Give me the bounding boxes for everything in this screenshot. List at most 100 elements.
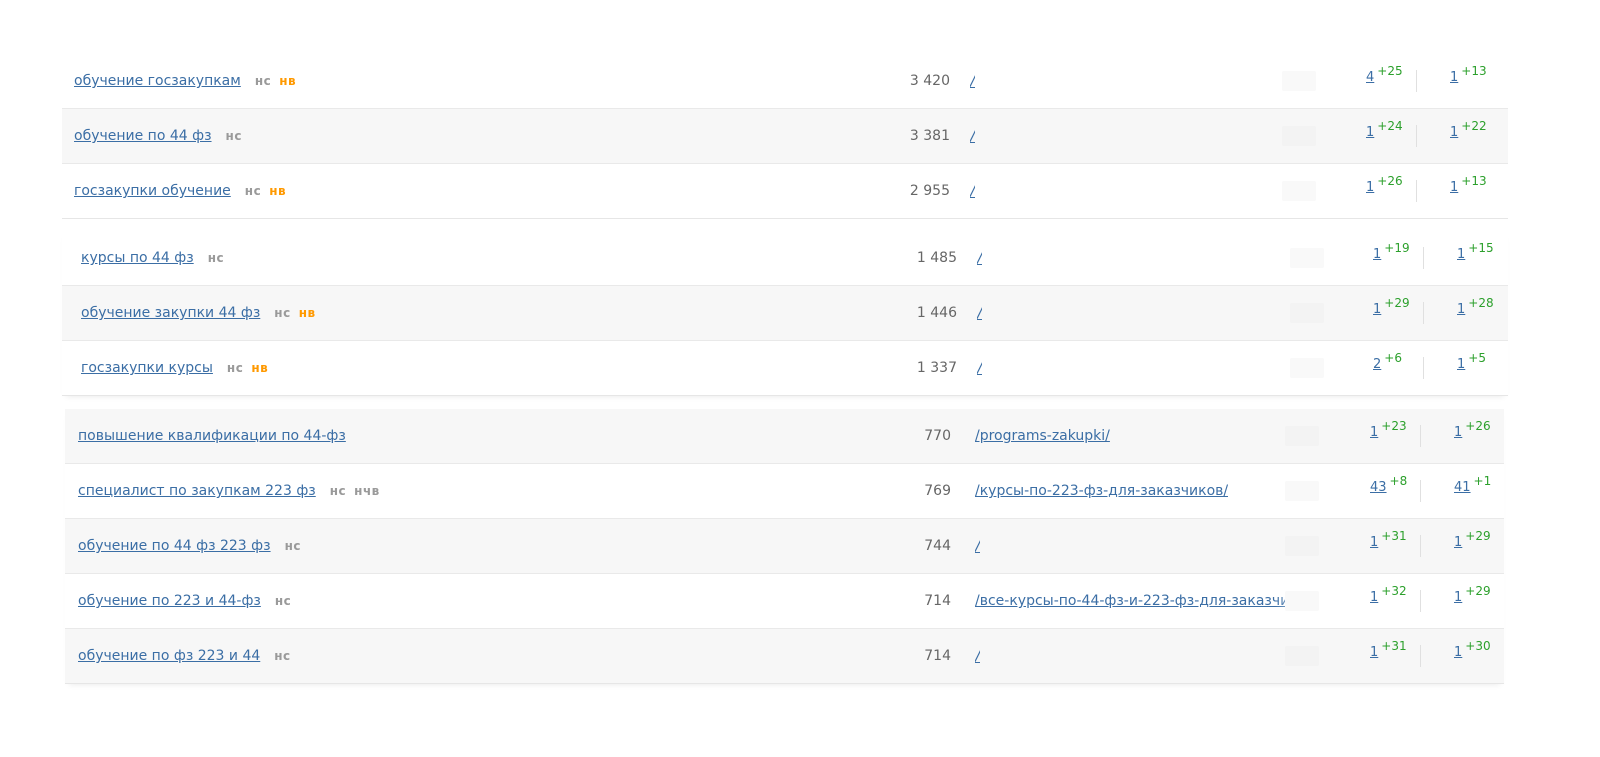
position-cell-1: 1 +26 [1366,174,1403,195]
search-volume: 1 446 [916,305,957,321]
position-delta: +6 [1384,351,1402,365]
position-link[interactable]: 1 [1366,180,1374,195]
keyword-link[interactable]: обучение по 223 и 44-фз [78,593,261,609]
position-link[interactable]: 1 [1450,180,1458,195]
position-delta: +30 [1465,639,1491,653]
position-link[interactable]: 4 [1366,70,1374,85]
landing-url-link[interactable]: /все-курсы-по-44-фз-и-223-фз-для-заказчи… [975,593,1315,609]
landing-url-link[interactable]: /programs-zakupki/ [975,428,1110,444]
position-link[interactable]: 1 [1373,302,1381,317]
keyword-link[interactable]: госзакупки обучение [74,183,231,199]
column-divider [1420,535,1421,557]
keyword-link[interactable]: курсы по 44 фз [81,250,194,266]
search-volume: 1 337 [916,360,957,376]
position-link[interactable]: 1 [1454,590,1462,605]
table-row: обучение госзакупкам нс нв 3 420 / 4 +25 1 +13 [62,54,1508,108]
position-link[interactable]: 2 [1373,357,1381,372]
keyword-group: курсы по 44 фз нс 1 485/1 +19 1 +15 обучение з… [62,231,1508,396]
search-volume: 770 [924,428,951,444]
position-cell-1: 1 +23 [1370,419,1407,440]
position-link[interactable]: 1 [1454,425,1462,440]
position-link[interactable]: 1 [1450,125,1458,140]
position-cell-2: 1 +29 [1454,529,1491,550]
keyword-link[interactable]: обучение по 44 фз [74,128,212,144]
table-row: обучение по 223 и 44-фз нс 714/все-курсы-п… [65,573,1504,628]
search-volume: 1 485 [916,250,957,266]
position-delta: +22 [1461,119,1487,133]
blank-cell [1290,358,1324,378]
position-link[interactable]: 1 [1370,425,1378,440]
keyword-link[interactable]: обучение закупки 44 фз [81,305,260,321]
blank-cell [1282,71,1316,91]
position-delta: +31 [1381,639,1407,653]
landing-url-link[interactable]: / [970,127,975,145]
keyword-link[interactable]: госзакупки курсы [81,360,213,376]
position-link[interactable]: 41 [1454,480,1471,495]
table-row: повышение квалификации по 44-фз 770/progr… [65,409,1504,463]
position-cell-2: 1 +29 [1454,584,1491,605]
position-link[interactable]: 1 [1370,535,1378,550]
table-row: обучение по 44 фз 223 фз нс 744/1 +31 1 +29 [65,518,1504,573]
keyword-link[interactable]: специалист по закупкам 223 фз [78,483,316,499]
position-link[interactable]: 43 [1370,480,1387,495]
keyword-link[interactable]: обучение по 44 фз 223 фз [78,538,271,554]
position-cell-2: 1 +28 [1457,296,1494,317]
position-delta: +25 [1377,64,1403,78]
position-link[interactable]: 1 [1454,535,1462,550]
position-link[interactable]: 1 [1370,645,1378,660]
landing-url-link[interactable]: / [977,249,982,267]
position-link[interactable]: 1 [1457,357,1465,372]
position-delta: +26 [1377,174,1403,188]
landing-url-link[interactable]: /курсы-по-223-фз-для-заказчиков/ [975,483,1228,499]
position-link[interactable]: 1 [1366,125,1374,140]
table-row: госзакупки курсы нс нв 1 337 / 2 +6 1 +5 [62,340,1508,395]
position-link[interactable]: 1 [1373,247,1381,262]
keyword-tag: нс [274,594,292,608]
keyword-cell: обучение закупки 44 фз нс нв [81,305,316,321]
position-delta: +13 [1461,64,1487,78]
column-divider [1420,425,1421,447]
position-cell-1: 4 +25 [1366,64,1403,85]
position-cell-2: 1 +13 [1450,174,1487,195]
position-delta: +26 [1465,419,1491,433]
keyword-link[interactable]: обучение по фз 223 и 44 [78,648,260,664]
landing-url-link[interactable]: / [970,72,975,90]
position-cell-1: 1 +29 [1373,296,1410,317]
column-divider [1420,480,1421,502]
search-volume: 714 [924,648,951,664]
position-delta: +29 [1384,296,1410,310]
column-divider [1423,357,1424,379]
keyword-tag: нв [279,74,297,88]
blank-cell [1285,426,1319,446]
keyword-cell: обучение по 44 фз 223 фз нс [78,538,301,554]
position-delta: +32 [1381,584,1407,598]
keyword-cell: обучение по 44 фз нс [74,128,242,144]
position-link[interactable]: 1 [1457,302,1465,317]
landing-url-link[interactable]: / [970,182,975,200]
keyword-tag: нс [284,539,301,553]
position-cell-1: 1 +32 [1370,584,1407,605]
column-divider [1416,125,1417,147]
position-link[interactable]: 1 [1370,590,1378,605]
table-row: курсы по 44 фз нс 1 485/1 +19 1 +15 [62,231,1508,285]
column-divider [1420,590,1421,612]
column-divider [1423,247,1424,269]
keyword-tag: нс [244,184,262,198]
keyword-cell: специалист по закупкам 223 фз нс нчв [78,483,380,499]
landing-url-link[interactable]: / [977,359,982,377]
blank-cell [1290,248,1324,268]
position-cell-2: 1 +5 [1457,351,1486,372]
search-volume: 769 [924,483,951,499]
table-row: обучение по 44 фз нс 3 381/1 +24 1 +22 [62,108,1508,163]
position-cell-2: 1 +30 [1454,639,1491,660]
table-row: госзакупки обучение нс нв 2 955/1 +26 1 +13 [62,163,1508,218]
position-link[interactable]: 1 [1450,70,1458,85]
keyword-link[interactable]: обучение госзакупкам [74,73,241,89]
position-link[interactable]: 1 [1457,247,1465,262]
keyword-tag: нв [298,306,316,320]
landing-url-link[interactable]: / [977,304,982,322]
position-link[interactable]: 1 [1454,645,1462,660]
keyword-link[interactable]: повышение квалификации по 44-фз [78,428,346,444]
landing-url-link[interactable]: / [975,647,980,665]
landing-url-link[interactable]: / [975,537,980,555]
